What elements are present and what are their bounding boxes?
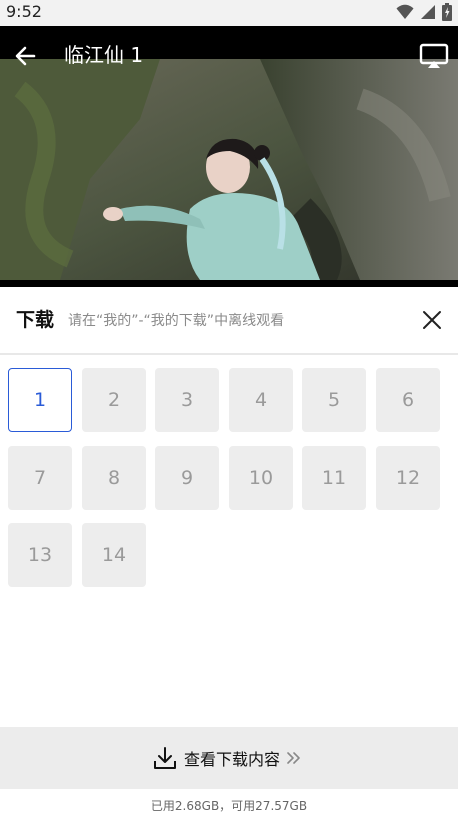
back-button[interactable]: [10, 40, 42, 72]
view-downloads-bar[interactable]: 查看下载内容: [0, 727, 458, 789]
episode-tile-4[interactable]: 4: [229, 368, 293, 432]
episode-tile-9[interactable]: 9: [155, 446, 219, 510]
episode-tile-3[interactable]: 3: [155, 368, 219, 432]
episode-tile-14[interactable]: 14: [82, 523, 146, 587]
status-time: 9:52: [6, 2, 42, 21]
view-downloads-label: 查看下载内容: [184, 750, 281, 769]
episode-tile-11[interactable]: 11: [302, 446, 366, 510]
video-frame-image: [0, 59, 458, 280]
download-sheet-header: 下载 请在“我的”-“我的下载”中离线观看: [0, 287, 458, 353]
signal-icon: [420, 4, 436, 24]
close-button[interactable]: [420, 308, 444, 332]
sheet-title: 下载: [16, 309, 55, 331]
episode-tile-13[interactable]: 13: [8, 523, 72, 587]
cast-button[interactable]: [418, 40, 450, 72]
episode-tile-1[interactable]: 1: [8, 368, 72, 432]
cast-screen-icon: [419, 43, 449, 68]
video-frame: [0, 59, 458, 280]
status-icons: [396, 3, 452, 25]
episode-tile-10[interactable]: 10: [229, 446, 293, 510]
episode-tile-7[interactable]: 7: [8, 446, 72, 510]
status-bar: 9:52: [0, 0, 458, 26]
episode-tile-12[interactable]: 12: [376, 446, 440, 510]
video-title: 临江仙 1: [64, 43, 144, 67]
video-player[interactable]: 临江仙 1: [0, 26, 458, 287]
double-chevron-right-icon: [286, 750, 302, 770]
episode-tile-6[interactable]: 6: [376, 368, 440, 432]
close-icon: [423, 311, 441, 329]
sheet-divider: [0, 353, 458, 355]
episode-tile-5[interactable]: 5: [302, 368, 366, 432]
episode-tile-2[interactable]: 2: [82, 368, 146, 432]
view-downloads-button[interactable]: 查看下载内容: [152, 745, 302, 775]
wifi-icon: [396, 4, 414, 24]
download-icon: [152, 745, 178, 775]
sheet-hint: 请在“我的”-“我的下载”中离线观看: [68, 313, 285, 329]
arrow-left-icon: [15, 46, 36, 66]
episode-tile-8[interactable]: 8: [82, 446, 146, 510]
battery-icon: [442, 3, 452, 25]
storage-info: 已用2.68GB，可用27.57GB: [150, 799, 308, 813]
player-top-bar: 临江仙 1: [0, 26, 458, 84]
